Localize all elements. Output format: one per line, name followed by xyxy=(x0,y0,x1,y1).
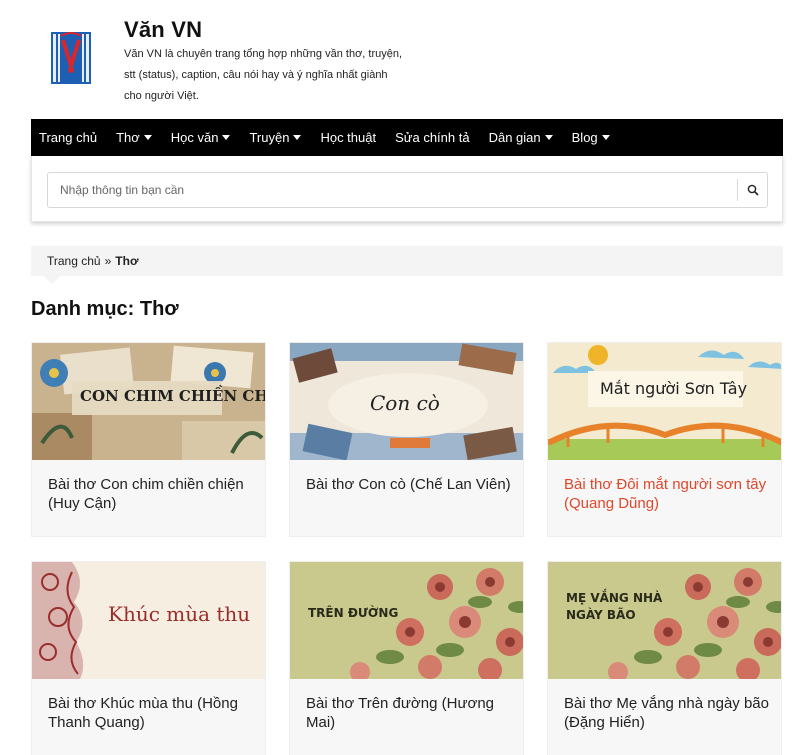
search-box xyxy=(47,172,768,208)
nav-item-hoc-thuat[interactable]: Học thuật xyxy=(320,130,376,145)
site-description: Văn VN là chuyên trang tổng hợp những vầ… xyxy=(124,48,403,102)
nav-label: Thơ xyxy=(116,130,140,145)
nav-label: Dân gian xyxy=(488,130,541,145)
caret-down-icon xyxy=(222,135,231,140)
post-card[interactable]: CON CHIM CHIỀN CHIỆN Bài thơ Con chim ch… xyxy=(31,342,266,537)
nav-item-sua-chinh-ta[interactable]: Sửa chính tả xyxy=(395,130,469,145)
post-title-link[interactable]: Bài thơ Mẹ vắng nhà ngày bão (Đặng Hiển) xyxy=(564,694,774,732)
nav-label: Sửa chính tả xyxy=(395,130,470,145)
nav-item-tho[interactable]: Thơ xyxy=(116,130,152,145)
nav-item-dan-gian[interactable]: Dân gian xyxy=(489,130,553,145)
site-logo[interactable] xyxy=(49,26,93,86)
post-title-link[interactable]: Bài thơ Khúc mùa thu (Hồng Thanh Quang) xyxy=(48,694,258,732)
thumbnail-text-line: NGÀY BÃO xyxy=(566,608,636,622)
thumbnail-text: TRÊN ĐƯỜNG xyxy=(308,606,399,620)
nav-item-blog[interactable]: Blog xyxy=(572,130,610,145)
search-icon xyxy=(747,184,759,196)
post-card[interactable]: TRÊN ĐƯỜNG Bài thơ Trên đường (Hương Mai… xyxy=(289,561,524,755)
post-title-link[interactable]: Bài thơ Con cò (Chế Lan Viên) xyxy=(306,475,516,494)
thumbnail-text: CON CHIM CHIỀN CHIỆN xyxy=(80,387,266,405)
page-title: Danh mục: Thơ xyxy=(31,298,179,320)
post-thumbnail[interactable]: Con cò xyxy=(290,343,523,460)
flowers-illustration xyxy=(290,562,523,679)
nav-item-home[interactable]: Trang chủ xyxy=(39,130,97,145)
post-title-link[interactable]: Bài thơ Con chim chiền chiện (Huy Cận) xyxy=(48,475,258,513)
thumbnail-text: MẸ VẮNG NHÀ NGÀY BÃO xyxy=(566,590,662,624)
thumbnail-text: Con cò xyxy=(370,391,440,415)
post-card[interactable]: Mắt người Sơn Tây Bài thơ Đôi mắt người … xyxy=(547,342,782,537)
caret-down-icon xyxy=(293,135,302,140)
post-thumbnail[interactable]: TRÊN ĐƯỜNG xyxy=(290,562,523,679)
post-card[interactable]: Con cò Bài thơ Con cò (Chế Lan Viên) xyxy=(289,342,524,537)
breadcrumb-home-link[interactable]: Trang chủ xyxy=(47,254,101,268)
nav-label: Truyện xyxy=(249,130,290,145)
post-title-link[interactable]: Bài thơ Đôi mắt người sơn tây (Quang Dũn… xyxy=(564,475,774,513)
nav-label: Học thuật xyxy=(320,130,377,145)
caret-down-icon xyxy=(601,135,610,140)
post-thumbnail[interactable]: Khúc mùa thu xyxy=(32,562,265,679)
bridge-illustration xyxy=(548,343,781,460)
nav-label: Blog xyxy=(571,130,598,145)
breadcrumb-current: Thơ xyxy=(115,254,139,268)
thumbnail-text: Khúc mùa thu xyxy=(108,602,251,626)
post-card[interactable]: MẸ VẮNG NHÀ NGÀY BÃO Bài thơ Mẹ vắng nhà… xyxy=(547,561,782,755)
nav-item-hoc-van[interactable]: Học văn xyxy=(171,130,231,145)
breadcrumb-separator: » xyxy=(104,254,112,268)
thumbnail-text-line: MẸ VẮNG NHÀ xyxy=(566,591,663,605)
breadcrumb-notch xyxy=(44,276,60,284)
post-thumbnail[interactable]: CON CHIM CHIỀN CHIỆN xyxy=(32,343,266,460)
site-title[interactable]: Văn VN xyxy=(124,17,202,43)
nav-label: Trang chủ xyxy=(39,130,98,145)
post-thumbnail[interactable]: Mắt người Sơn Tây xyxy=(548,343,781,460)
search-input[interactable] xyxy=(48,173,738,207)
thumbnail-text: Mắt người Sơn Tây xyxy=(600,379,748,398)
nav-label: Học văn xyxy=(170,130,219,145)
breadcrumb: Trang chủ» Thơ xyxy=(31,246,783,276)
site-header: Văn VN Văn VN là chuyên trang tổng hợp n… xyxy=(31,0,783,119)
post-title-link[interactable]: Bài thơ Trên đường (Hương Mai) xyxy=(306,694,516,732)
main-nav: Trang chủ Thơ Học văn Truyện Học thuật S… xyxy=(31,119,783,156)
search-panel xyxy=(31,156,783,222)
caret-down-icon xyxy=(544,135,553,140)
nav-item-truyen[interactable]: Truyện xyxy=(249,130,302,145)
post-card[interactable]: Khúc mùa thu Bài thơ Khúc mùa thu (Hồng … xyxy=(31,561,266,755)
caret-down-icon xyxy=(143,135,152,140)
post-thumbnail[interactable]: MẸ VẮNG NHÀ NGÀY BÃO xyxy=(548,562,781,679)
search-button[interactable] xyxy=(737,179,767,201)
